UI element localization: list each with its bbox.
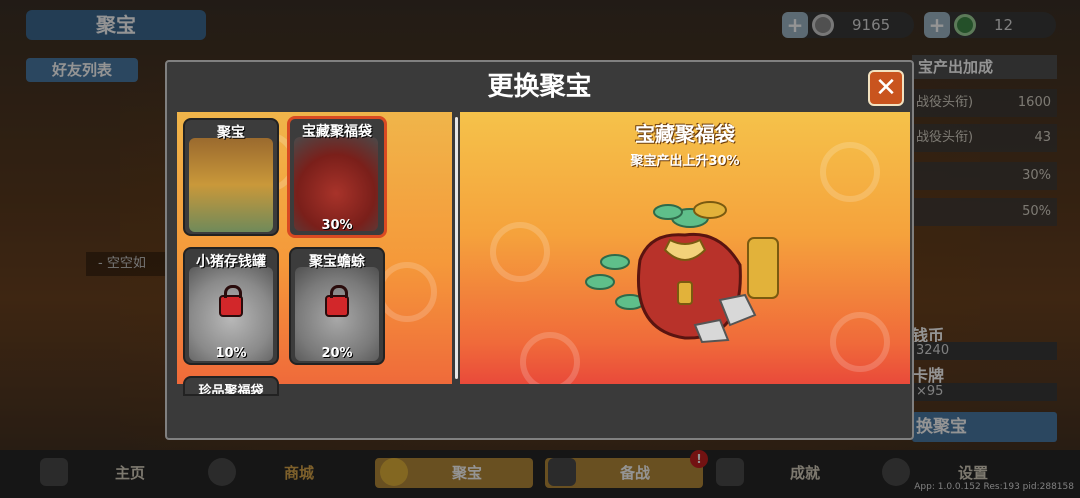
treasure-card-fortune-bag[interactable]: 宝藏聚福袋 30% xyxy=(287,116,387,238)
treasure-card-peek[interactable]: 珍品聚福袋 xyxy=(183,376,279,396)
treasure-card-piggy-bank[interactable]: 小猪存钱罐 10% xyxy=(183,247,279,365)
treasure-card-jubao[interactable]: 聚宝 xyxy=(183,118,279,236)
treasure-card-toad[interactable]: 聚宝蟾蜍 20% xyxy=(289,247,385,365)
treasure-chest-icon xyxy=(189,138,273,232)
lock-icon xyxy=(219,285,243,317)
detail-title: 宝藏聚福袋 xyxy=(635,122,735,146)
detail-description: 聚宝产出上升30% xyxy=(630,154,740,169)
close-button[interactable]: ✕ xyxy=(868,70,904,106)
lock-icon xyxy=(325,285,349,317)
money-bag-icon xyxy=(294,137,378,231)
modal-title: 更换聚宝 xyxy=(487,72,592,102)
money-bag-illustration xyxy=(585,201,779,344)
scroll-divider xyxy=(455,117,458,379)
